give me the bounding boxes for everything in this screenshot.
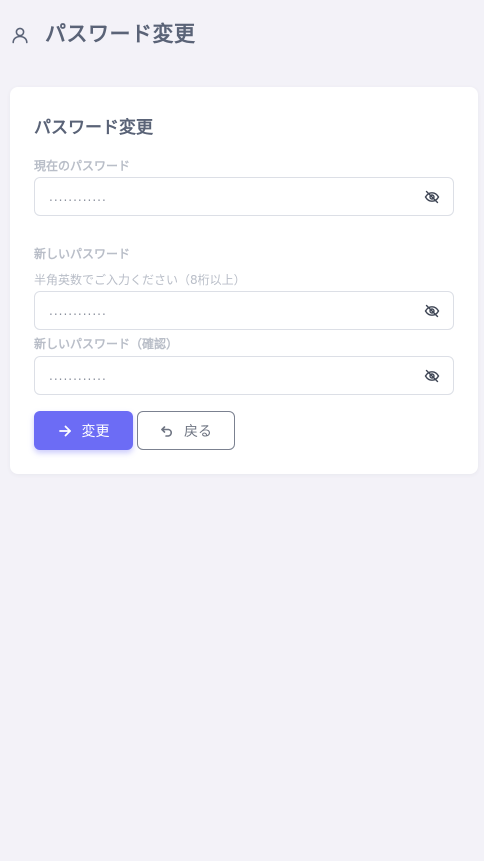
eye-off-icon[interactable] <box>424 189 440 205</box>
confirm-password-input[interactable] <box>49 366 409 386</box>
arrow-right-icon <box>58 425 71 436</box>
current-password-label: 現在のパスワード <box>34 159 131 173</box>
current-password-input[interactable] <box>49 187 409 207</box>
new-password-hint: 半角英数でご入力ください（8桁以上） <box>34 273 246 287</box>
page-title: パスワード変更 <box>45 22 196 46</box>
new-password-input[interactable] <box>49 301 409 321</box>
current-password-field <box>34 177 454 216</box>
password-form-card: パスワード変更 現在のパスワード 新しいパスワード 半角英数でご入力ください（8… <box>10 87 478 474</box>
undo-icon <box>161 425 172 437</box>
eye-off-icon[interactable] <box>424 368 440 384</box>
submit-button[interactable]: 変更 <box>34 411 133 450</box>
back-button-label: 戻る <box>184 423 212 440</box>
confirm-password-label: 新しいパスワード（確認） <box>34 337 179 351</box>
confirm-password-field <box>34 356 454 395</box>
new-password-field <box>34 291 454 330</box>
back-button[interactable]: 戻る <box>137 411 235 450</box>
submit-button-label: 変更 <box>81 423 110 440</box>
eye-off-icon[interactable] <box>424 303 440 319</box>
card-title: パスワード変更 <box>34 118 153 138</box>
page-header: パスワード変更 <box>0 0 484 70</box>
new-password-label: 新しいパスワード <box>34 247 131 261</box>
user-icon <box>10 25 30 45</box>
